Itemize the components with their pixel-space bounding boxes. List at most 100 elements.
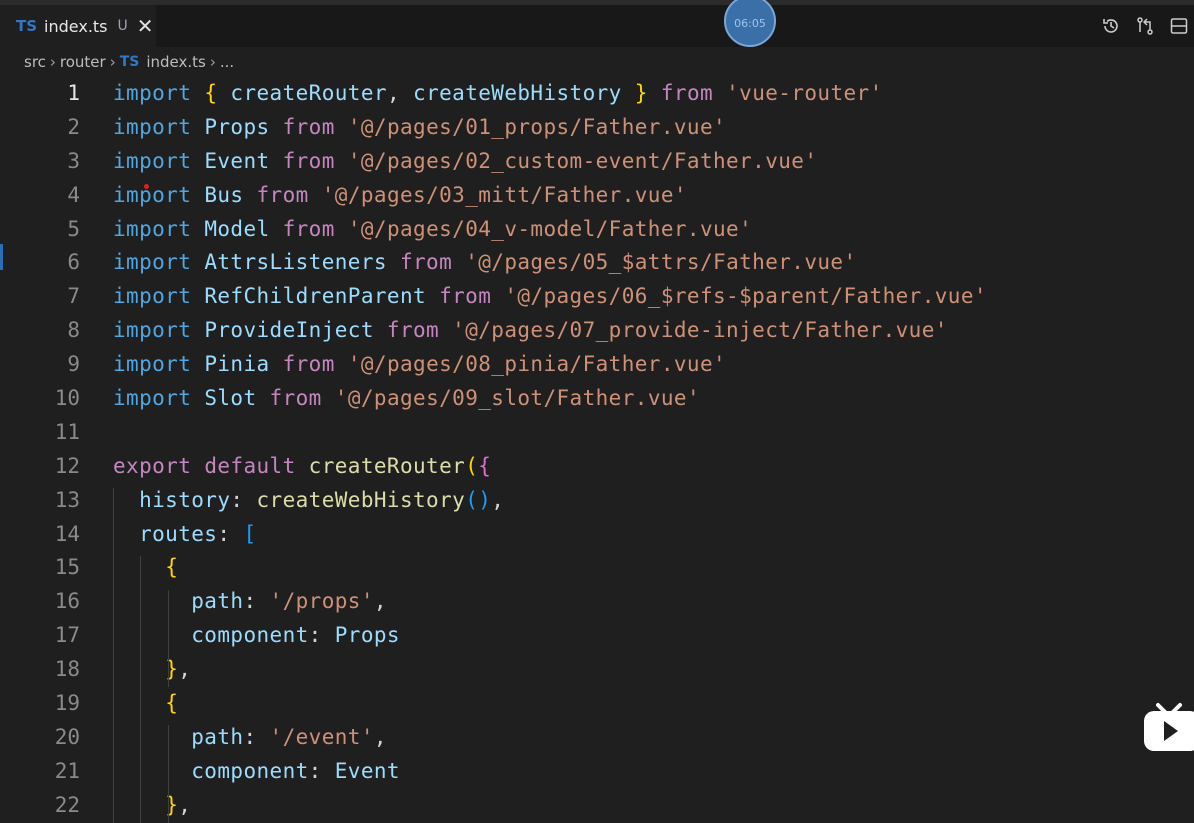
code-token: default [204,453,296,478]
chevron-right-icon: › [109,53,116,71]
code-token: component [191,623,309,648]
code-token: '@/pages/07_provide-inject/Father.vue' [452,318,948,343]
code-line[interactable]: 18 }, [0,653,1194,687]
code-token: () [465,487,492,512]
code-token: , [373,724,387,749]
code-token: import [113,250,192,275]
code-text: component: Event [113,755,400,789]
timeline-icon[interactable] [1100,15,1122,37]
line-number: 9 [67,352,80,377]
compare-changes-icon[interactable] [1134,15,1156,37]
code-text: { [113,687,178,721]
code-text: path: '/props', [113,585,387,619]
code-token: Props [334,623,400,648]
code-text: }, [113,653,191,687]
code-line[interactable]: 20 path: '/event', [0,721,1194,755]
code-line[interactable]: 9 import Pinia from '@/pages/08_pinia/Fat… [0,348,1194,382]
code-line[interactable]: 4 import Bus from '@/pages/03_mitt/Father… [0,179,1194,213]
code-token: , [386,81,414,105]
close-tab-icon[interactable]: ✕ [137,16,154,36]
code-text: component: Props [113,619,400,653]
code-line[interactable]: 10 import Slot from '@/pages/09_slot/Fath… [0,382,1194,416]
code-line[interactable]: 2 import Props from '@/pages/01_props/Fat… [0,111,1194,145]
breadcrumb-item-router[interactable]: router [60,53,106,71]
code-line[interactable]: 16 path: '/props', [0,585,1194,619]
code-token: import [113,352,192,377]
code-token: '/event' [269,724,374,749]
code-line[interactable]: 21 component: Event [0,755,1194,789]
code-line[interactable]: 8 import ProvideInject from '@/pages/07_p… [0,314,1194,348]
code-line[interactable]: 6 import AttrsListeners from '@/pages/05_… [0,246,1194,280]
breadcrumb: src › router › TS index.ts › ... [24,51,234,73]
code-token: '/props' [269,589,374,614]
line-number: 14 [54,521,80,546]
code-token: path [191,724,244,749]
line-number: 18 [54,657,80,682]
code-token: : [217,521,244,546]
code-token: AttrsListeners [204,250,387,275]
code-line[interactable]: 15 { [0,551,1194,585]
editor-actions [1100,15,1190,37]
code-editor[interactable]: 1 import { createRouter, createWebHistory… [0,77,1194,823]
code-line[interactable]: 5 import Model from '@/pages/04_v-model/F… [0,213,1194,247]
bilibili-play-icon[interactable] [1144,697,1194,753]
code-token: '@/pages/01_props/Father.vue' [347,114,727,139]
code-token: { [165,691,179,716]
code-token: export [113,453,192,478]
code-token: from [282,148,335,173]
code-text: history: createWebHistory(), [113,484,504,518]
code-token: : [308,623,335,648]
split-editor-icon[interactable] [1168,15,1190,37]
line-number: 12 [54,453,80,478]
code-token: [ [243,521,257,546]
code-token: , [491,487,505,512]
breadcrumb-item-symbols[interactable]: ... [220,53,234,71]
code-token: Event [204,148,270,173]
code-line[interactable]: 7 import RefChildrenParent from '@/pages/… [0,280,1194,314]
code-token: createRouter [308,453,466,478]
code-token: { [165,555,179,580]
code-line[interactable]: 11 [0,416,1194,450]
code-line[interactable]: 12 export default createRouter({ [0,450,1194,484]
code-line[interactable]: 22 }, [0,789,1194,823]
tab-filename: index.ts [44,16,108,36]
code-text: import Model from '@/pages/04_v-model/Fa… [113,213,752,247]
code-line[interactable]: 3 import Event from '@/pages/02_custom-ev… [0,145,1194,179]
tab-index-ts[interactable]: TS index.ts U ✕ [0,5,156,47]
code-text: import ProvideInject from '@/pages/07_pr… [113,314,948,348]
line-number: 8 [67,318,80,343]
code-line[interactable]: 13 history: createWebHistory(), [0,484,1194,518]
breadcrumb-item-file[interactable]: index.ts [146,53,206,71]
code-token: from [282,352,335,377]
code-line[interactable]: 19 { [0,687,1194,721]
code-line[interactable]: 17 component: Props [0,619,1194,653]
code-line[interactable]: 1 import { createRouter, createWebHistory… [0,77,1194,111]
code-token: Slot [204,386,257,411]
code-token: Event [334,758,400,783]
line-number: 22 [54,792,80,817]
breadcrumb-item-src[interactable]: src [24,53,46,71]
code-token: '@/pages/08_pinia/Father.vue' [347,352,727,377]
code-line[interactable]: 14 routes: [ [0,518,1194,552]
code-token: import [113,81,192,105]
cursor-marker [144,184,149,189]
code-text: import Event from '@/pages/02_custom-eve… [113,145,817,179]
line-number: 15 [54,555,80,580]
